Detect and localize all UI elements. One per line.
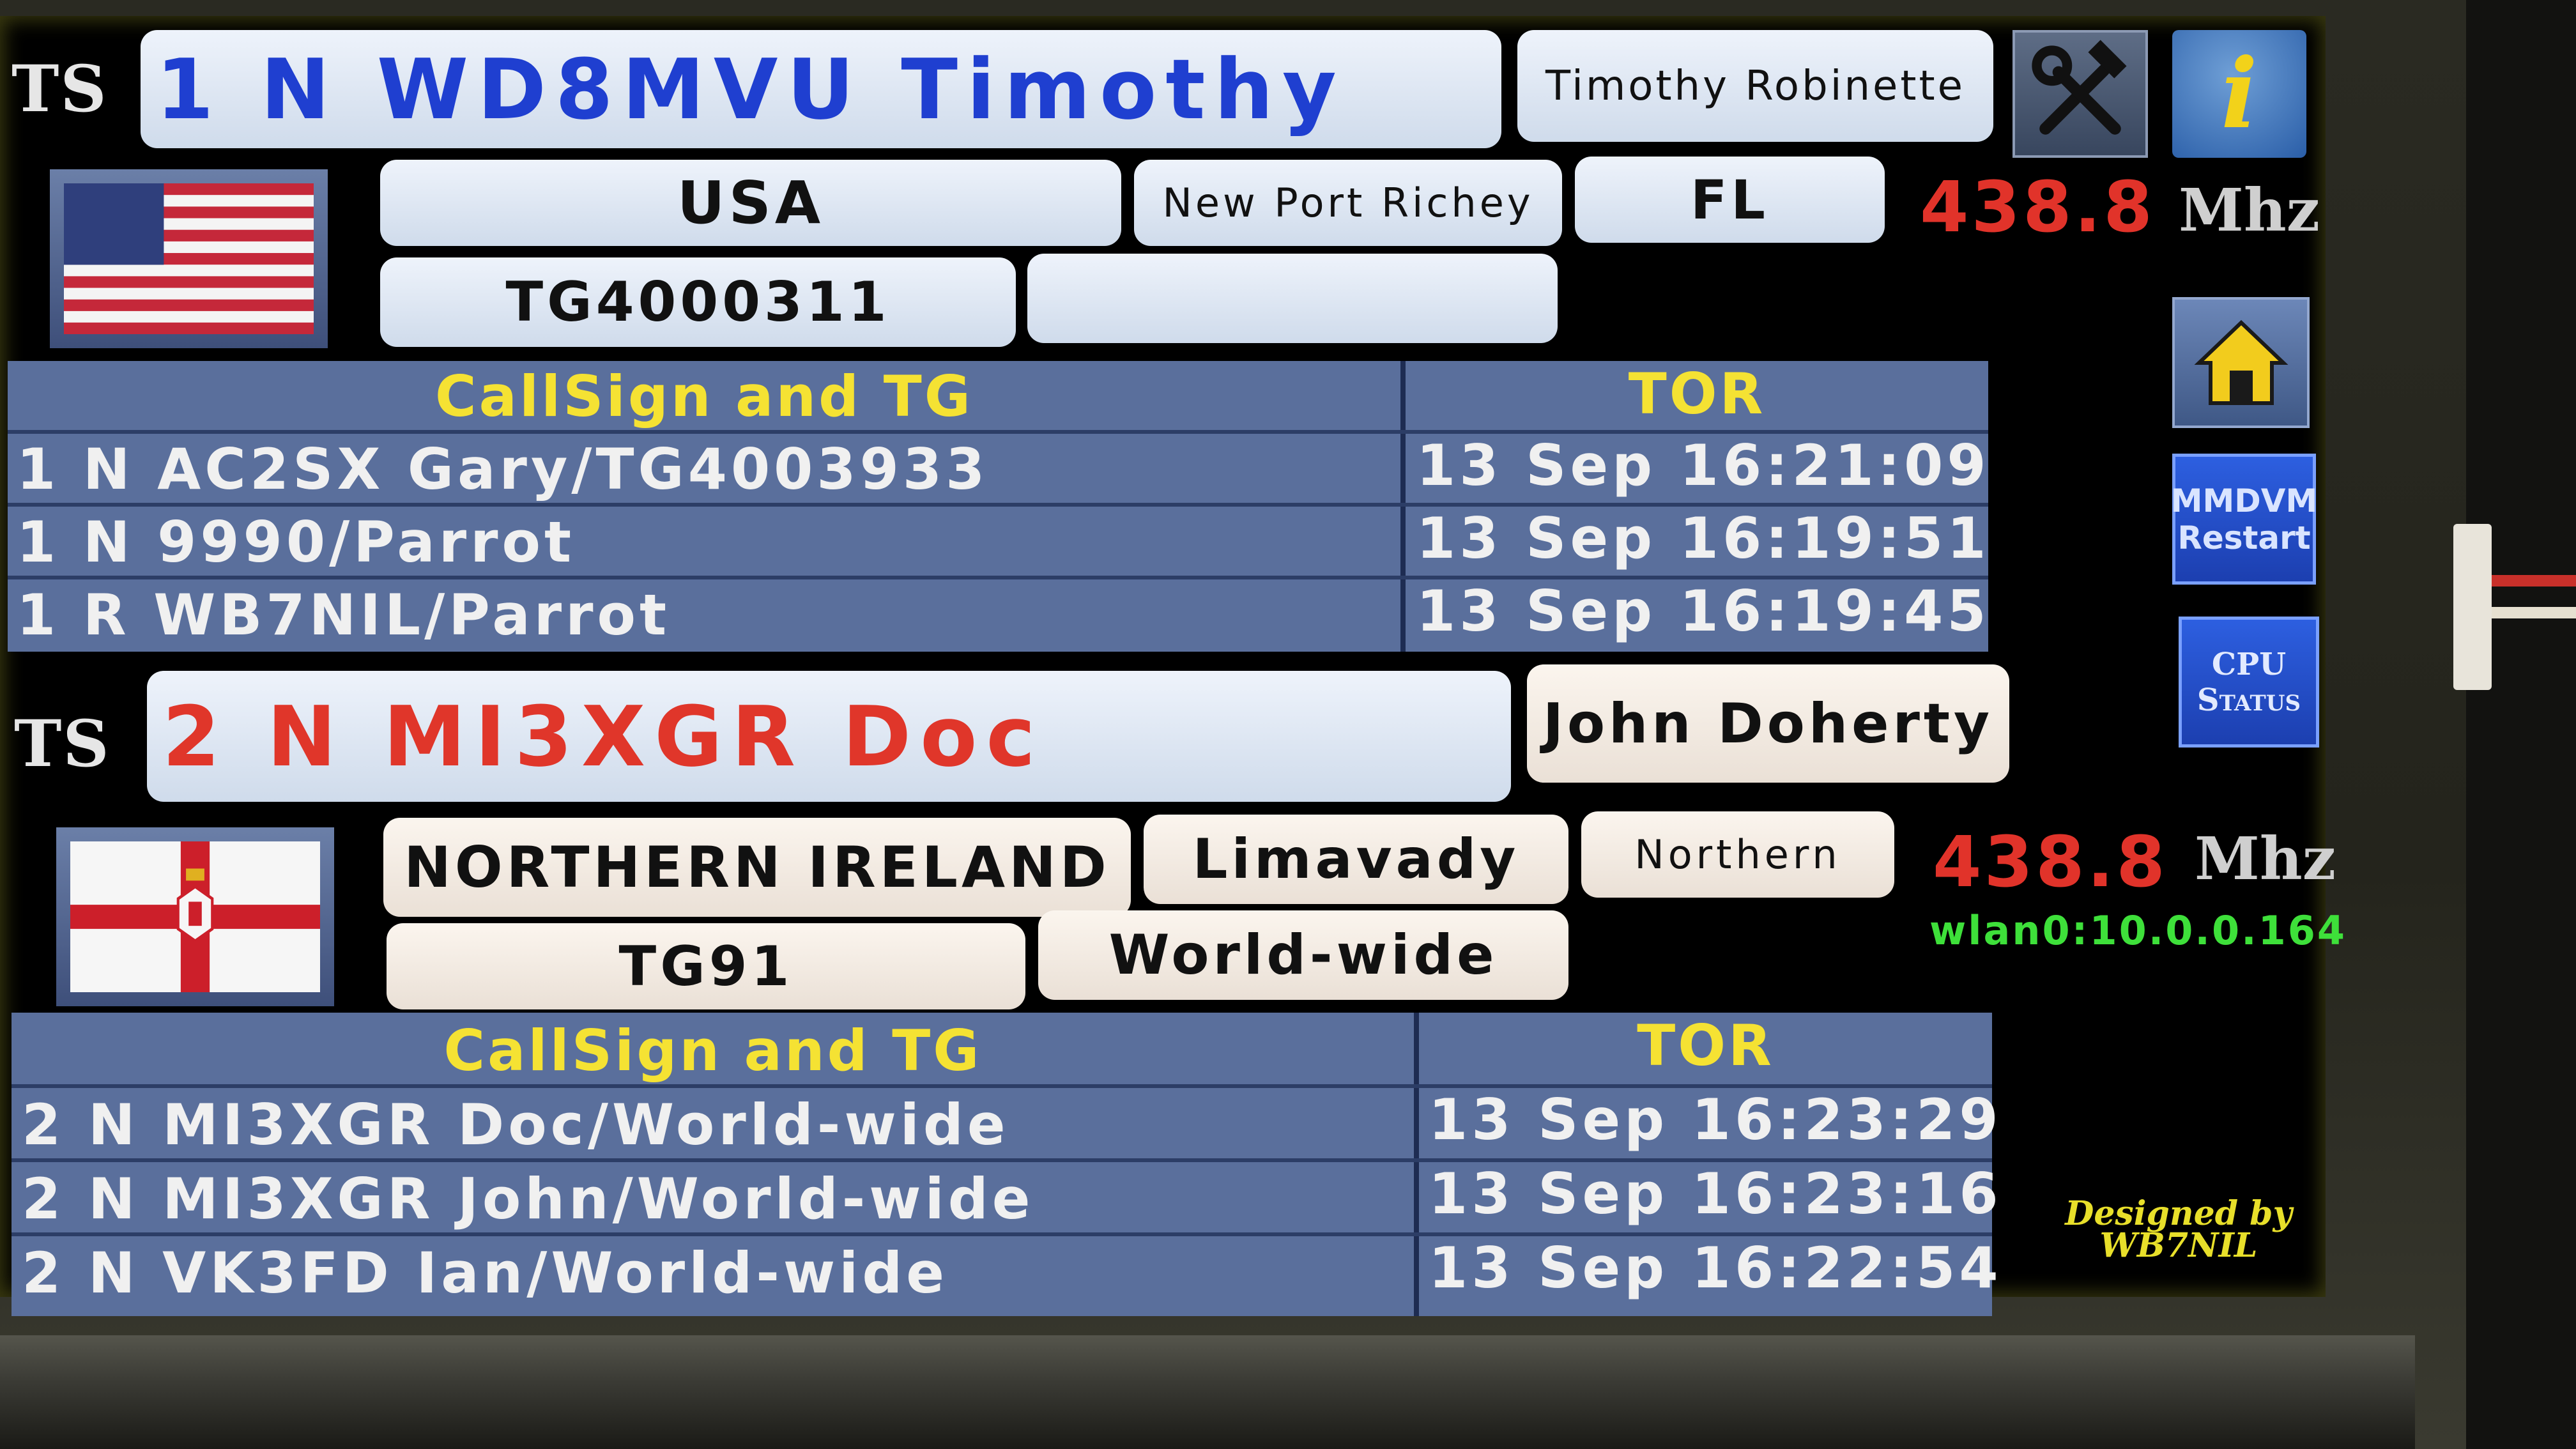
slot1-country-flag [50, 169, 328, 348]
slot1-city: New Port Richey [1134, 160, 1562, 246]
table-row-callsign: 2 N MI3XGR Doc/World-wide [22, 1092, 1009, 1158]
status-label: Status [2196, 682, 2301, 718]
slot2-frequency-unit: Mhz [2195, 824, 2336, 893]
slot2-city: Limavady [1144, 815, 1568, 904]
slot1-history-table: CallSign and TG TOR 1 N AC2SX Gary/TG400… [8, 361, 1988, 652]
network-address: wlan0:10.0.0.164 [1929, 907, 2347, 954]
table-row-callsign: 1 N AC2SX Gary/TG4003933 [17, 436, 989, 502]
slot2-state: Northern [1581, 811, 1894, 898]
designer-credit: Designed by WB7NIL [2044, 1194, 2313, 1265]
display-frame-bottom [0, 1335, 2415, 1449]
table-row-callsign: 1 N 9990/Parrot [17, 509, 576, 575]
column-divider [1414, 1013, 1419, 1316]
slot2-talkgroup-name: World-wide [1038, 910, 1568, 1000]
slot1-operator-name: Timothy Robinette [1517, 30, 1993, 142]
cpu-status-button[interactable]: CPU Status [2179, 617, 2319, 747]
slot1-frequency-unit: Mhz [2179, 176, 2320, 245]
usa-flag-icon [64, 183, 314, 334]
table-row-time: 13 Sep 16:23:16 [1429, 1161, 2002, 1227]
table-header-callsign: CallSign and TG [443, 1018, 982, 1084]
slot1-callsign-bar: 1 N WD8MVU Timothy [141, 30, 1501, 148]
red-wire [2492, 575, 2576, 586]
table-row-callsign: 2 N VK3FD Ian/World-wide [22, 1240, 948, 1306]
timeslot-label: TS [12, 51, 108, 126]
mmdvm-restart-button[interactable]: MMDVM Restart [2170, 454, 2318, 585]
slot2-talkgroup: TG91 [387, 923, 1025, 1009]
slot1-extra-field [1027, 254, 1558, 343]
table-row-time: 13 Sep 16:22:54 [1429, 1235, 2002, 1301]
cable-connector [2453, 524, 2492, 690]
hammer-wrench-icon [2032, 40, 2127, 135]
slot1-state: FL [1575, 157, 1885, 243]
table-row-time: 13 Sep 16:23:29 [1429, 1087, 2002, 1153]
slot2-country: NORTHERN IRELAND [383, 818, 1131, 917]
settings-button[interactable] [2012, 30, 2148, 158]
timeslot-label: TS [14, 706, 111, 781]
table-row-time: 13 Sep 16:21:09 [1416, 433, 1990, 498]
display-screen: TS 1 N WD8MVU Timothy Timothy Robinette … [0, 16, 2345, 1316]
slot2-history-table: CallSign and TG TOR 2 N MI3XGR Doc/World… [12, 1013, 1998, 1316]
credit-line-1: Designed by [2065, 1194, 2292, 1233]
home-icon [2194, 319, 2288, 405]
credit-line-2: WB7NIL [2099, 1226, 2258, 1265]
restart-label: Restart [2177, 519, 2311, 556]
table-header-time: TOR [1628, 361, 1766, 427]
table-header-time: TOR [1637, 1013, 1774, 1078]
cpu-label: CPU [2211, 646, 2287, 682]
slot2-operator-name: John Doherty [1527, 664, 2009, 783]
slot1-talkgroup: TG4000311 [380, 257, 1016, 347]
slot2-frequency: 438.8 [1933, 821, 2168, 903]
slot1-frequency: 438.8 [1920, 166, 2155, 248]
table-row-callsign: 1 R WB7NIL/Parrot [17, 582, 671, 648]
hardware-side [2466, 0, 2576, 1449]
table-header-callsign: CallSign and TG [434, 364, 974, 429]
table-row-callsign: 2 N MI3XGR John/World-wide [22, 1166, 1034, 1232]
table-row-time: 13 Sep 16:19:51 [1416, 505, 1990, 571]
white-wire [2492, 607, 2576, 618]
info-icon: i [2221, 38, 2258, 150]
slot2-callsign-bar: 2 N MI3XGR Doc [147, 671, 1511, 802]
table-row-time: 13 Sep 16:19:45 [1416, 578, 1990, 644]
mmdvm-label: MMDVM [2170, 482, 2318, 519]
northern-ireland-flag-icon [70, 841, 320, 992]
home-button[interactable] [2172, 297, 2310, 428]
info-button[interactable]: i [2172, 30, 2306, 158]
slot2-country-flag [56, 827, 334, 1006]
slot1-country: USA [380, 160, 1121, 246]
